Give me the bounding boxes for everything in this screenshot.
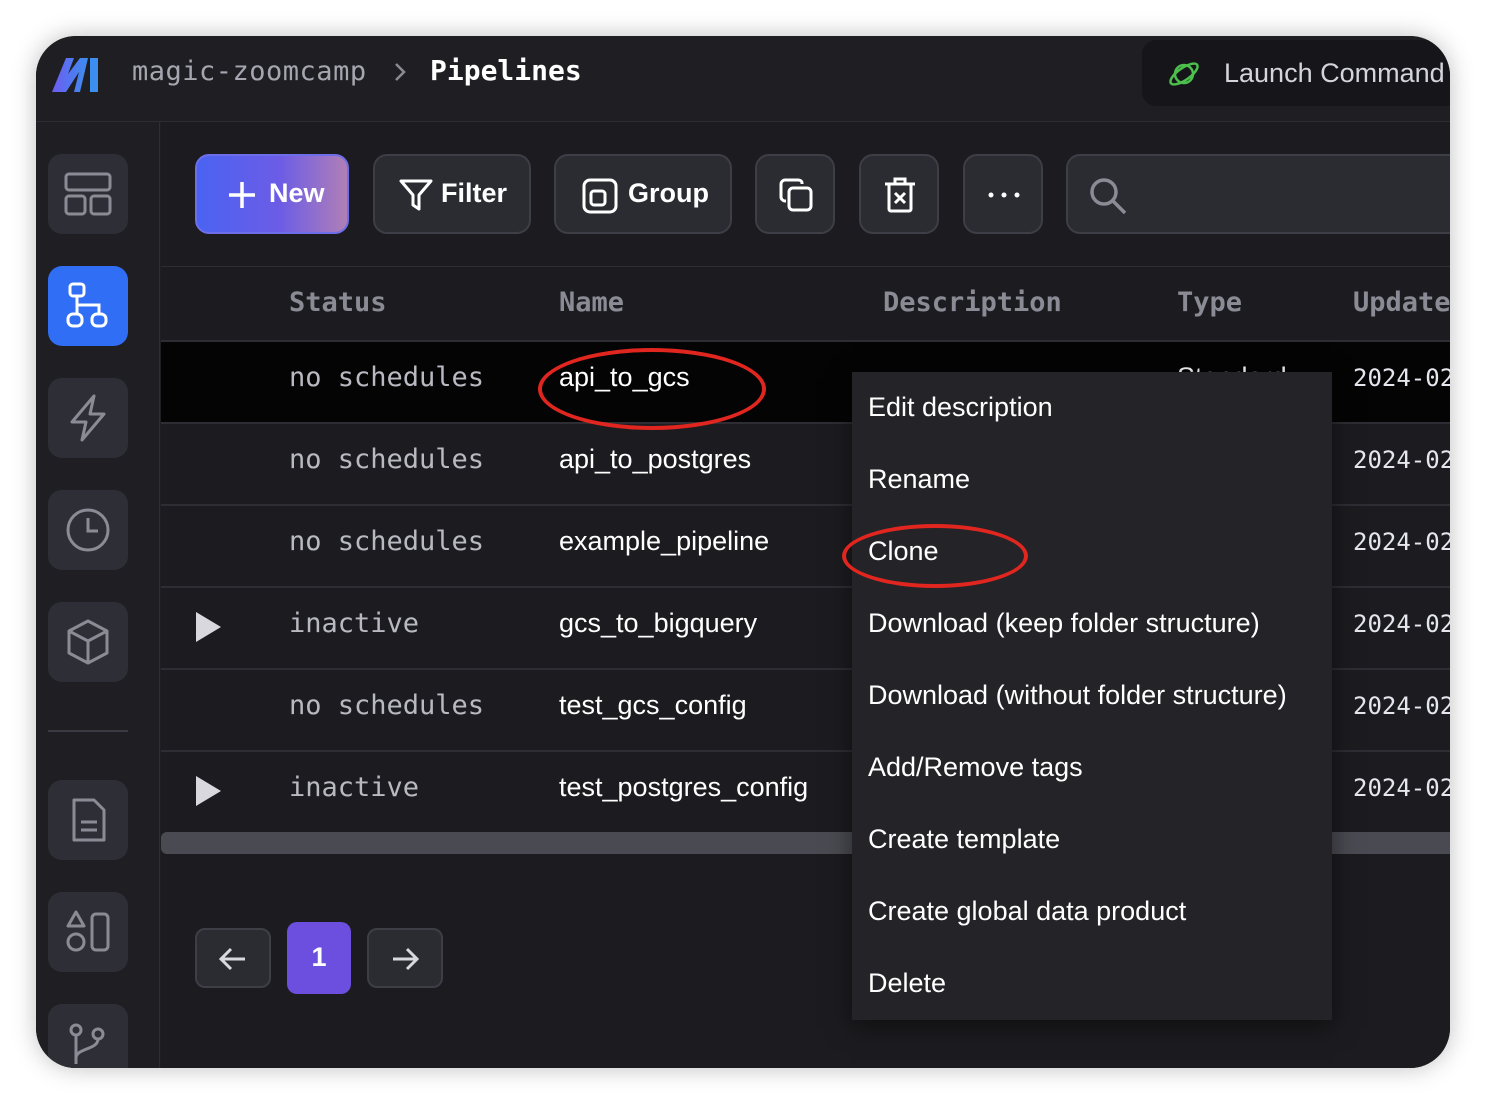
copy-icon: [779, 178, 813, 212]
play-icon[interactable]: [193, 610, 223, 644]
annotation-highlight-pipeline: [538, 348, 766, 430]
chevron-right-icon: [395, 63, 406, 81]
arrow-left-icon: [219, 947, 245, 971]
column-header-name[interactable]: Name: [559, 287, 624, 318]
row-status: no schedules: [289, 526, 485, 557]
more-options-button[interactable]: [963, 154, 1043, 234]
filter-button[interactable]: Filter: [373, 154, 531, 234]
plus-icon: [229, 182, 255, 208]
file-icon: [72, 798, 106, 842]
row-updated: 2024-02: [1353, 446, 1450, 474]
arrow-right-icon: [393, 947, 419, 971]
trash-icon: [885, 177, 915, 213]
sidebar-item-templates[interactable]: [48, 892, 128, 972]
row-name[interactable]: api_to_postgres: [559, 444, 751, 475]
play-icon[interactable]: [193, 774, 223, 808]
sidebar-item-version-control[interactable]: [48, 1004, 128, 1068]
group-button-label: Group: [628, 178, 709, 208]
sidebar-item-triggers[interactable]: [48, 378, 128, 458]
sidebar-item-blocks[interactable]: [48, 602, 128, 682]
delete-button[interactable]: [859, 154, 939, 234]
clone-button[interactable]: [755, 154, 835, 234]
column-header-type[interactable]: Type: [1177, 287, 1242, 318]
row-status: no schedules: [289, 690, 485, 721]
git-branch-icon: [69, 1023, 105, 1064]
filter-button-label: Filter: [441, 178, 508, 208]
sidebar-item-files[interactable]: [48, 780, 128, 860]
row-updated: 2024-02: [1353, 528, 1450, 556]
menu-item-download-keep-structure[interactable]: Download (keep folder structure): [868, 608, 1260, 639]
row-name[interactable]: example_pipeline: [559, 526, 769, 557]
previous-page-button[interactable]: [195, 928, 271, 988]
column-header-description[interactable]: Description: [883, 287, 1062, 318]
group-icon: [582, 178, 618, 214]
row-status: no schedules: [289, 362, 485, 393]
menu-item-edit-description[interactable]: Edit description: [868, 392, 1053, 423]
app-window: magic-zoomcamp Pipelines Launch Command: [36, 36, 1450, 1068]
annotation-highlight-clone: [842, 524, 1028, 588]
clock-icon: [66, 508, 110, 552]
search-icon: [1090, 178, 1127, 215]
mage-logo-icon[interactable]: [50, 54, 102, 94]
row-name[interactable]: test_postgres_config: [559, 772, 808, 803]
launch-command-button[interactable]: Launch Command: [1142, 40, 1450, 106]
new-button-label: New: [269, 178, 325, 208]
planet-icon: [1169, 62, 1199, 86]
lightning-icon: [70, 394, 106, 442]
new-pipeline-button[interactable]: New: [195, 154, 349, 234]
breadcrumb-project[interactable]: magic-zoomcamp: [132, 56, 367, 87]
cube-icon: [67, 619, 109, 665]
search-input[interactable]: [1066, 154, 1450, 234]
row-context-menu: Edit description Rename Clone Download (…: [852, 372, 1332, 1020]
row-updated: 2024-02: [1353, 364, 1450, 392]
row-status: no schedules: [289, 444, 485, 475]
layout-icon: [64, 172, 112, 216]
current-page-number: 1: [311, 942, 327, 972]
group-button[interactable]: Group: [554, 154, 732, 234]
row-name[interactable]: gcs_to_bigquery: [559, 608, 757, 639]
column-header-updated[interactable]: Update: [1353, 287, 1450, 318]
column-header-status[interactable]: Status: [289, 287, 387, 318]
menu-item-add-remove-tags[interactable]: Add/Remove tags: [868, 752, 1083, 783]
menu-item-delete[interactable]: Delete: [868, 968, 946, 999]
row-name[interactable]: test_gcs_config: [559, 690, 747, 721]
page-button-current[interactable]: 1: [287, 922, 351, 994]
menu-item-create-template[interactable]: Create template: [868, 824, 1060, 855]
row-updated: 2024-02: [1353, 774, 1450, 802]
sidebar-divider: [48, 730, 128, 732]
sidebar-item-pipelines[interactable]: [48, 266, 128, 346]
launch-command-label: Launch Command: [1224, 58, 1445, 88]
row-status: inactive: [289, 608, 420, 639]
row-updated: 2024-02: [1353, 692, 1450, 720]
sidebar: [36, 122, 160, 1068]
page-title: Pipelines: [430, 54, 582, 87]
row-status: inactive: [289, 772, 420, 803]
table-header: Status Name Description Type Update: [161, 266, 1450, 342]
shapes-icon: [66, 910, 110, 952]
menu-item-rename[interactable]: Rename: [868, 464, 970, 495]
top-header: magic-zoomcamp Pipelines Launch Command: [36, 36, 1450, 122]
pipeline-icon: [66, 282, 108, 328]
sidebar-item-runs[interactable]: [48, 490, 128, 570]
more-dots-icon: [988, 192, 1020, 198]
menu-item-download-without-structure[interactable]: Download (without folder structure): [868, 680, 1287, 711]
menu-item-create-global-data-product[interactable]: Create global data product: [868, 896, 1186, 927]
filter-icon: [399, 179, 433, 211]
sidebar-item-dashboard[interactable]: [48, 154, 128, 234]
row-updated: 2024-02: [1353, 610, 1450, 638]
next-page-button[interactable]: [367, 928, 443, 988]
